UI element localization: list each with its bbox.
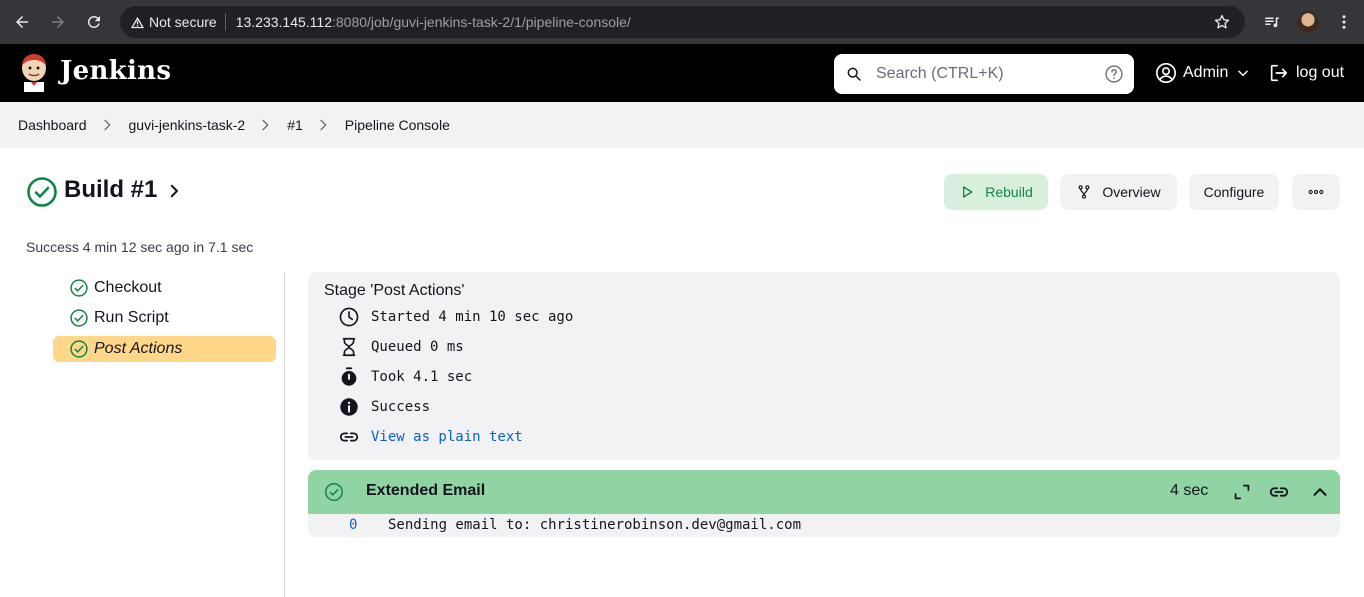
link-icon (339, 432, 359, 442)
browser-toolbar: Not secure 13.233.145.112:8080/job/guvi-… (0, 0, 1364, 44)
jenkins-logo-icon[interactable] (18, 52, 50, 92)
logout-label: log out (1296, 64, 1345, 81)
configure-label: Configure (1203, 184, 1265, 200)
breadcrumb-separator-icon (257, 117, 273, 133)
hourglass-icon (342, 337, 356, 357)
bookmark-star-icon[interactable] (1213, 13, 1231, 31)
build-summary: Success 4 min 12 sec ago in 7.1 sec (26, 239, 254, 255)
clock-icon (339, 307, 359, 327)
rebuild-label: Rebuild (985, 184, 1033, 200)
stage-started: Started 4 min 10 sec ago (371, 309, 574, 325)
stage-status-row: Success (338, 396, 430, 418)
expand-icon[interactable] (1231, 481, 1253, 503)
media-queue-icon (1265, 17, 1279, 28)
more-actions-button[interactable] (1292, 174, 1340, 210)
rebuild-button[interactable]: Rebuild (944, 174, 1048, 210)
more-horizontal-icon (1308, 189, 1324, 195)
step-header[interactable]: Extended Email 4 sec (308, 470, 1340, 514)
search-box (834, 54, 1134, 94)
security-label: Not secure (149, 14, 217, 30)
stage-took: Took 4.1 sec (371, 369, 473, 385)
breadcrumb-separator-icon (315, 117, 331, 133)
omnibox-divider (224, 13, 226, 31)
chevron-right-icon[interactable] (165, 182, 183, 200)
browser-menu-button[interactable] (1332, 10, 1356, 34)
success-check-icon (70, 309, 88, 327)
info-icon (340, 398, 358, 416)
success-check-icon (325, 483, 343, 501)
stage-queued: Queued 0 ms (371, 339, 464, 355)
logout-icon (1270, 64, 1288, 82)
warning-icon (130, 16, 145, 28)
log-line-text: Sending email to: christinerobinson.dev@… (388, 517, 802, 533)
stage-label: Run Script (94, 309, 169, 326)
link-icon[interactable] (1268, 481, 1290, 503)
address-bar[interactable]: Not secure 13.233.145.112:8080/job/guvi-… (120, 6, 1245, 38)
stage-took-row: Took 4.1 sec (338, 366, 472, 388)
stage-started-row: Started 4 min 10 sec ago (338, 306, 573, 328)
stage-run-script[interactable]: Run Script (53, 305, 276, 331)
step-duration: 4 sec (1170, 482, 1209, 499)
breadcrumb-job[interactable]: guvi-jenkins-task-2 (129, 117, 246, 133)
breadcrumb-separator-icon (99, 117, 115, 133)
url-path: :8080/job/guvi-jenkins-task-2/1/pipeline… (331, 14, 631, 30)
breadcrumb-build[interactable]: #1 (287, 117, 303, 133)
stopwatch-icon (341, 367, 357, 386)
jenkins-header: Jenkins Admin log out (0, 44, 1364, 102)
view-plain-text-link[interactable]: View as plain text (371, 429, 523, 445)
chevron-up-icon[interactable] (1309, 481, 1331, 503)
stage-detail-card: Stage 'Post Actions' Started 4 min 10 se… (308, 272, 1340, 460)
play-icon (963, 186, 973, 198)
stage-queued-row: Queued 0 ms (338, 336, 464, 358)
media-control-button[interactable] (1260, 10, 1284, 34)
breadcrumb-pipeline-console[interactable]: Pipeline Console (345, 117, 450, 133)
kebab-menu-icon (1342, 15, 1346, 29)
page-title: Build #1 (64, 176, 158, 203)
stage-label: Post Actions (94, 340, 183, 357)
step-log: 0 Sending email to: christinerobinson.de… (308, 514, 1340, 537)
success-check-icon (70, 340, 88, 358)
search-icon (847, 67, 861, 81)
overview-label: Overview (1102, 184, 1161, 200)
success-check-icon (70, 279, 88, 297)
breadcrumb-dashboard[interactable]: Dashboard (18, 117, 87, 133)
step-name: Extended Email (366, 482, 486, 499)
stage-checkout[interactable]: Checkout (53, 275, 276, 301)
stage-label: Checkout (94, 279, 162, 296)
security-chip[interactable]: Not secure (130, 14, 217, 30)
user-name: Admin (1183, 64, 1229, 81)
avatar (1297, 11, 1319, 33)
stage-status: Success (371, 399, 431, 415)
user-menu[interactable]: Admin (1155, 62, 1250, 84)
user-circle-icon (1156, 63, 1176, 83)
url-text[interactable]: 13.233.145.112:8080/job/guvi-jenkins-tas… (236, 14, 631, 30)
configure-button[interactable]: Configure (1189, 174, 1279, 210)
overview-button[interactable]: Overview (1060, 174, 1177, 210)
success-check-icon (27, 177, 57, 207)
brand-name[interactable]: Jenkins (60, 56, 171, 86)
log-line-number[interactable]: 0 (349, 517, 357, 533)
url-host: 13.233.145.112 (235, 14, 332, 30)
search-input[interactable] (876, 62, 1096, 86)
arrow-right-icon (52, 16, 64, 28)
logout-link[interactable]: log out (1268, 62, 1344, 84)
back-button[interactable] (10, 10, 34, 34)
reload-button[interactable] (82, 10, 106, 34)
reload-icon (87, 15, 100, 28)
tree-divider (284, 272, 285, 597)
plain-text-row: View as plain text (338, 426, 523, 448)
arrow-left-icon (16, 16, 28, 28)
stage-post-actions[interactable]: Post Actions (53, 336, 276, 362)
help-icon[interactable] (1104, 64, 1124, 84)
stage-detail-title: Stage 'Post Actions' (324, 282, 465, 299)
branch-icon (1078, 185, 1090, 199)
breadcrumb: Dashboard guvi-jenkins-task-2 #1 Pipelin… (0, 102, 1364, 148)
profile-button[interactable] (1296, 10, 1320, 34)
chevron-down-icon (1238, 70, 1249, 77)
forward-button[interactable] (46, 10, 70, 34)
